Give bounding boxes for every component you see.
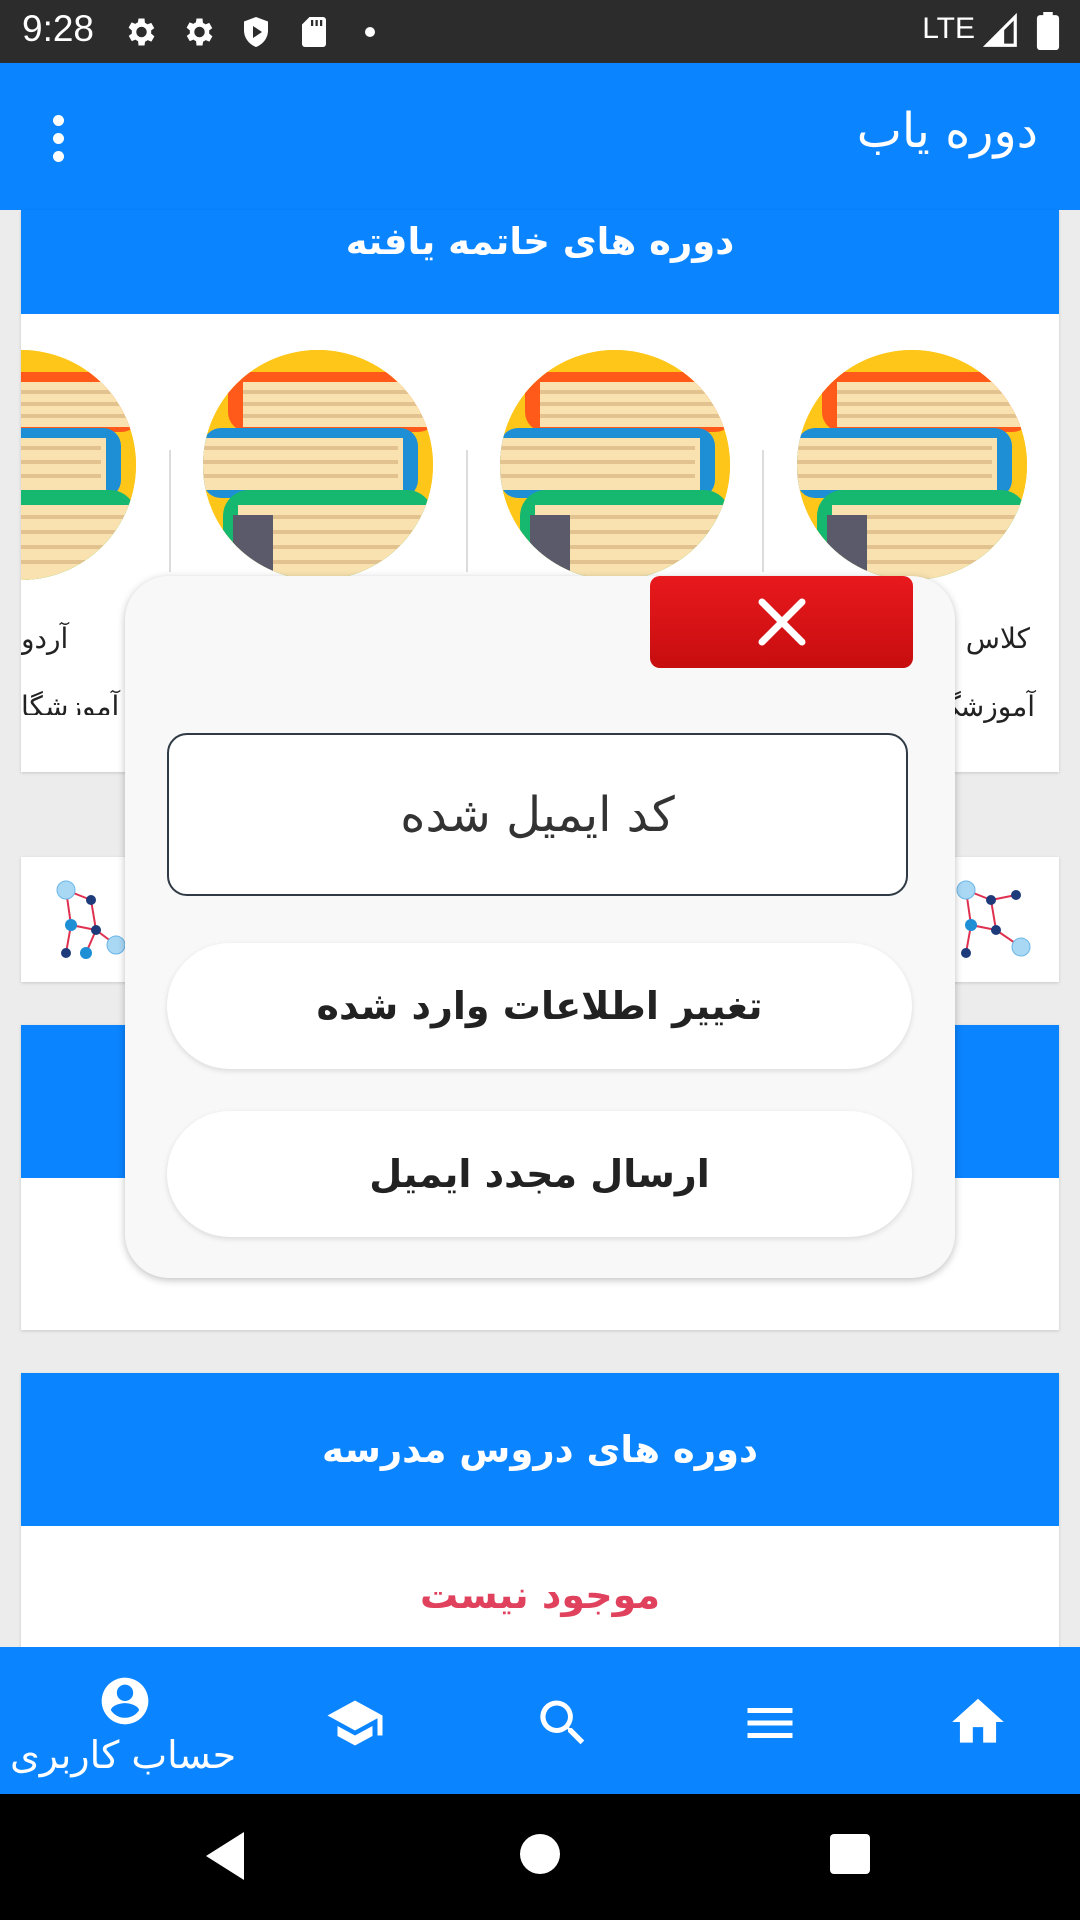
network-icon[interactable] bbox=[951, 875, 1041, 965]
nav-item-search[interactable] bbox=[498, 1647, 628, 1794]
recents-icon[interactable] bbox=[828, 1832, 872, 1876]
nav-item-account[interactable]: حساب کاربری bbox=[0, 1647, 250, 1794]
account-icon bbox=[101, 1677, 149, 1725]
section-header: دوره های خاتمه یافته bbox=[21, 210, 1059, 314]
nav-item-label: حساب کاربری bbox=[10, 1733, 237, 1777]
sd-card-icon bbox=[302, 17, 326, 47]
nav-item-courses[interactable] bbox=[290, 1647, 420, 1794]
dot-icon bbox=[365, 27, 375, 37]
status-bar: 9:28 LTE bbox=[0, 0, 1080, 63]
course-text-partial: آردو آموزشگا bbox=[21, 615, 121, 715]
resend-email-button[interactable]: ارسال مجدد ایمیل bbox=[167, 1111, 912, 1237]
menu-icon bbox=[747, 1708, 793, 1738]
gear-icon bbox=[186, 18, 213, 46]
course-image-partial[interactable] bbox=[21, 350, 136, 580]
school-courses-card: دوره های دروس مدرسه موجود نیست bbox=[21, 1373, 1059, 1663]
course-image[interactable] bbox=[500, 350, 730, 580]
app-title: دوره یاب bbox=[856, 103, 1038, 159]
books-icon bbox=[500, 350, 730, 580]
books-icon bbox=[21, 350, 136, 580]
status-time: 9:28 bbox=[22, 8, 95, 49]
nav-item-home[interactable] bbox=[912, 1647, 1042, 1794]
shield-icon bbox=[244, 17, 268, 47]
course-institute: آموزشگا bbox=[21, 690, 120, 715]
close-button[interactable] bbox=[650, 576, 913, 668]
graduation-cap-icon bbox=[327, 1700, 383, 1746]
back-icon[interactable] bbox=[200, 1828, 250, 1884]
battery-icon bbox=[1036, 12, 1060, 50]
course-image[interactable] bbox=[203, 350, 433, 580]
books-icon bbox=[797, 350, 1027, 580]
gear-icon bbox=[128, 18, 155, 46]
home-icon bbox=[952, 1698, 1004, 1743]
divider bbox=[466, 450, 468, 572]
network-type: LTE bbox=[922, 12, 975, 45]
books-icon bbox=[203, 350, 433, 580]
divider bbox=[169, 450, 171, 572]
course-title: کلاس bbox=[965, 622, 1030, 655]
more-vert-icon[interactable] bbox=[40, 115, 76, 165]
search-icon bbox=[540, 1700, 585, 1745]
email-verification-dialog: تغییر اطلاعات وارد شده ارسال مجدد ایمیل bbox=[125, 576, 955, 1278]
bottom-navigation: حساب کاربری bbox=[0, 1647, 1080, 1794]
app-bar: دوره یاب bbox=[0, 63, 1080, 210]
change-info-button[interactable]: تغییر اطلاعات وارد شده bbox=[167, 943, 912, 1069]
nav-item-menu[interactable] bbox=[705, 1647, 835, 1794]
course-title: آردو bbox=[21, 622, 69, 655]
signal-icon bbox=[982, 12, 1017, 47]
close-icon bbox=[758, 598, 806, 646]
home-circle-icon[interactable] bbox=[518, 1832, 562, 1876]
section-header: دوره های دروس مدرسه bbox=[21, 1373, 1059, 1526]
course-image[interactable] bbox=[797, 350, 1027, 580]
email-code-input[interactable] bbox=[167, 733, 908, 896]
divider bbox=[762, 450, 764, 572]
empty-state-text: موجود نیست bbox=[420, 1573, 660, 1617]
system-navigation bbox=[0, 1794, 1080, 1920]
